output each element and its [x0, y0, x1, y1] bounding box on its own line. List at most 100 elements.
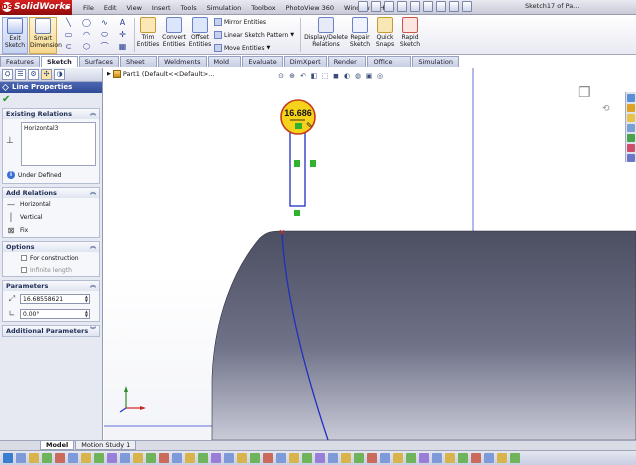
- dropdown-arrow-icon[interactable]: ▼: [266, 45, 270, 51]
- feature-tree-root[interactable]: ▶ Part1 (Default<<Default>...: [107, 70, 214, 78]
- design-library-icon[interactable]: [627, 104, 635, 112]
- toolbar-icon[interactable]: [289, 453, 299, 463]
- offset-entities-button[interactable]: Offset Entities: [188, 17, 212, 48]
- hide-show-icon[interactable]: ◐: [342, 71, 352, 81]
- toolbar-icon[interactable]: [328, 453, 338, 463]
- view-cube-icon[interactable]: ❒: [578, 85, 591, 101]
- tab-simulation[interactable]: Simulation: [412, 56, 459, 67]
- toolbar-icon[interactable]: [484, 453, 494, 463]
- toolbar-icon[interactable]: [42, 453, 52, 463]
- existing-relations-header[interactable]: Existing Relations ︽: [3, 109, 99, 119]
- toolbar-icon[interactable]: [250, 453, 260, 463]
- toolbar-icon[interactable]: [120, 453, 130, 463]
- slot-icon[interactable]: ⊂: [60, 41, 77, 53]
- parameters-header[interactable]: Parameters ︽: [3, 281, 99, 291]
- appearances-icon[interactable]: [627, 144, 635, 152]
- print-icon[interactable]: [397, 1, 407, 12]
- rectangle-icon[interactable]: ▭: [60, 29, 77, 41]
- toolbar-icon[interactable]: [354, 453, 364, 463]
- open-document-icon[interactable]: [371, 1, 381, 12]
- line-icon[interactable]: ╲: [60, 17, 77, 29]
- menu-toolbox[interactable]: Toolbox: [246, 4, 280, 12]
- toolbar-icon[interactable]: [315, 453, 325, 463]
- polygon-icon[interactable]: ⬡: [78, 41, 95, 53]
- mirror-entities-button[interactable]: Mirror Entities: [214, 18, 266, 26]
- tab-features[interactable]: Features: [0, 56, 40, 67]
- windows-start-icon[interactable]: [3, 453, 13, 463]
- spin-arrows-icon[interactable]: ▲ ▼: [85, 309, 88, 318]
- toolbar-icon[interactable]: [471, 453, 481, 463]
- vertical-relation-badge[interactable]: [310, 160, 316, 167]
- toolbar-icon[interactable]: [211, 453, 221, 463]
- tab-sheet-metal[interactable]: Sheet Metal: [119, 56, 158, 77]
- search-icon[interactable]: [627, 124, 635, 132]
- infinite-length-checkbox[interactable]: Infinite length: [3, 264, 99, 276]
- display-delete-relations-button[interactable]: Display/Delete Relations: [304, 17, 348, 48]
- rebuild-icon[interactable]: [436, 1, 446, 12]
- toolbar-icon[interactable]: [237, 453, 247, 463]
- horizontal-relation-badge[interactable]: [295, 123, 302, 129]
- toolbar-icon[interactable]: [29, 453, 39, 463]
- solidworks-logo[interactable]: DS SolidWorks ▶: [0, 0, 72, 15]
- tab-model[interactable]: Model: [40, 441, 75, 450]
- toolbar-icon[interactable]: [55, 453, 65, 463]
- toolbar-icon[interactable]: [510, 453, 520, 463]
- add-relation-vertical[interactable]: │ Vertical: [3, 211, 99, 224]
- toolbar-icon[interactable]: [16, 453, 26, 463]
- tab-motion-study[interactable]: Motion Study 1: [75, 441, 137, 450]
- toolbar-icon[interactable]: [393, 453, 403, 463]
- toolbar-icon[interactable]: [432, 453, 442, 463]
- menu-view[interactable]: View: [121, 4, 146, 12]
- sketch-canvas[interactable]: 16.686 ✎: [104, 68, 636, 440]
- smart-dimension-button[interactable]: Smart Dimension: [29, 17, 62, 54]
- tab-office-products[interactable]: Office Products: [367, 56, 412, 77]
- add-relation-fix[interactable]: ⊠ Fix: [3, 224, 99, 237]
- repair-sketch-button[interactable]: Repair Sketch: [348, 17, 372, 48]
- collapse-chevron-icon[interactable]: ︽: [90, 188, 96, 198]
- tab-evaluate[interactable]: Evaluate: [242, 56, 283, 67]
- dimxpert-tab-icon[interactable]: ✣: [41, 69, 52, 80]
- tab-sketch[interactable]: Sketch: [40, 56, 78, 67]
- rapid-sketch-button[interactable]: Rapid Sketch: [398, 17, 422, 48]
- menu-edit[interactable]: Edit: [99, 4, 122, 12]
- dimension-value[interactable]: 16.686: [284, 108, 312, 118]
- toolbar-icon[interactable]: [367, 453, 377, 463]
- zoom-area-icon[interactable]: ⊕: [287, 71, 297, 81]
- resources-icon[interactable]: [627, 94, 635, 102]
- add-relations-header[interactable]: Add Relations ︽: [3, 188, 99, 198]
- collapse-chevron-icon[interactable]: ︽: [90, 109, 96, 119]
- ok-check-icon[interactable]: ✔: [0, 93, 102, 106]
- angle-field[interactable]: 0.00° ▲ ▼: [20, 308, 90, 319]
- relations-list[interactable]: Horizontal3: [21, 122, 96, 166]
- dropdown-arrow-icon[interactable]: ▼: [290, 32, 294, 38]
- exit-sketch-button[interactable]: Exit Sketch: [2, 17, 28, 54]
- view-orientation-icon[interactable]: ⬚: [320, 71, 330, 81]
- save-icon[interactable]: [384, 1, 394, 12]
- options-header[interactable]: Options ︽: [3, 242, 99, 252]
- view-settings-icon[interactable]: ◎: [375, 71, 385, 81]
- zoom-to-fit-icon[interactable]: ⊙: [276, 71, 286, 81]
- toolbar-icon[interactable]: [497, 453, 507, 463]
- menu-file[interactable]: File: [78, 4, 99, 12]
- select-icon[interactable]: [423, 1, 433, 12]
- toolbar-icon[interactable]: [185, 453, 195, 463]
- part-body[interactable]: [211, 230, 636, 440]
- menu-photoview[interactable]: PhotoView 360: [281, 4, 339, 12]
- menu-simulation[interactable]: Simulation: [202, 4, 247, 12]
- undo-icon[interactable]: [410, 1, 420, 12]
- menu-insert[interactable]: Insert: [147, 4, 176, 12]
- circle-icon[interactable]: ◯: [78, 17, 95, 29]
- feature-tree-tab-icon[interactable]: ⛭: [2, 69, 13, 80]
- edit-appearance-icon[interactable]: ◍: [353, 71, 363, 81]
- toolbar-icon[interactable]: [302, 453, 312, 463]
- spline-icon[interactable]: ∿: [96, 17, 113, 29]
- point-icon[interactable]: ✛: [114, 29, 131, 41]
- toolbar-icon[interactable]: [198, 453, 208, 463]
- configuration-tab-icon[interactable]: ⚙: [28, 69, 39, 80]
- custom-properties-icon[interactable]: [627, 154, 635, 162]
- new-document-icon[interactable]: [358, 1, 368, 12]
- toolbar-icon[interactable]: [341, 453, 351, 463]
- for-construction-checkbox[interactable]: For construction: [3, 252, 99, 264]
- toolbar-icon[interactable]: [276, 453, 286, 463]
- collapse-chevron-icon[interactable]: ︽: [90, 281, 96, 291]
